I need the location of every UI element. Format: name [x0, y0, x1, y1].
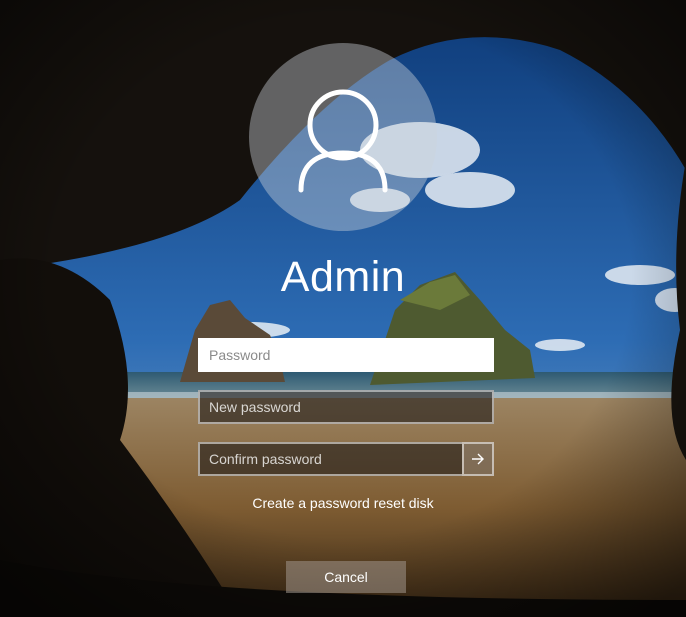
password-input[interactable]: [200, 340, 492, 370]
password-field[interactable]: [198, 338, 494, 372]
arrow-right-icon: [472, 453, 484, 465]
user-silhouette-icon: [298, 89, 388, 193]
username-label: Admin: [280, 253, 406, 301]
create-reset-disk-link[interactable]: Create a password reset disk: [0, 495, 686, 511]
confirm-password-field[interactable]: [198, 442, 462, 476]
cancel-button[interactable]: Cancel: [286, 561, 406, 593]
new-password-input[interactable]: [200, 392, 492, 422]
user-avatar: [249, 43, 437, 231]
new-password-field[interactable]: [198, 390, 494, 424]
submit-button[interactable]: [462, 442, 494, 476]
confirm-password-input[interactable]: [200, 444, 462, 474]
